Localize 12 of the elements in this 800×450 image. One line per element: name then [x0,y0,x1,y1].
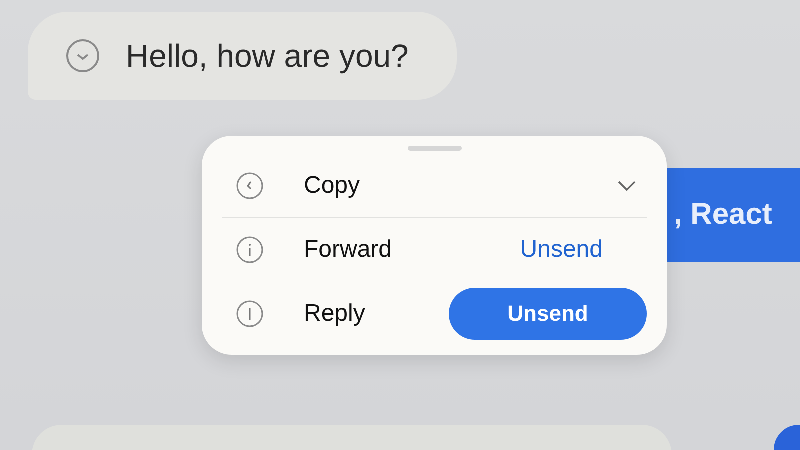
drag-handle[interactable] [408,146,462,151]
info-icon [236,300,264,328]
message-text: Hello, how are you? [126,38,409,74]
unsend-link[interactable]: Unsend [520,236,603,264]
unsend-button[interactable]: Unsend [449,288,647,340]
menu-item[interactable]: Reply [304,300,366,328]
chevron-down-icon [66,39,100,73]
chevron-down-icon[interactable] [617,180,637,192]
message-text: , React [674,198,772,232]
menu-item[interactable]: Copy [304,172,360,200]
menu-item[interactable]: Forward [304,236,392,264]
info-icon [236,236,264,264]
